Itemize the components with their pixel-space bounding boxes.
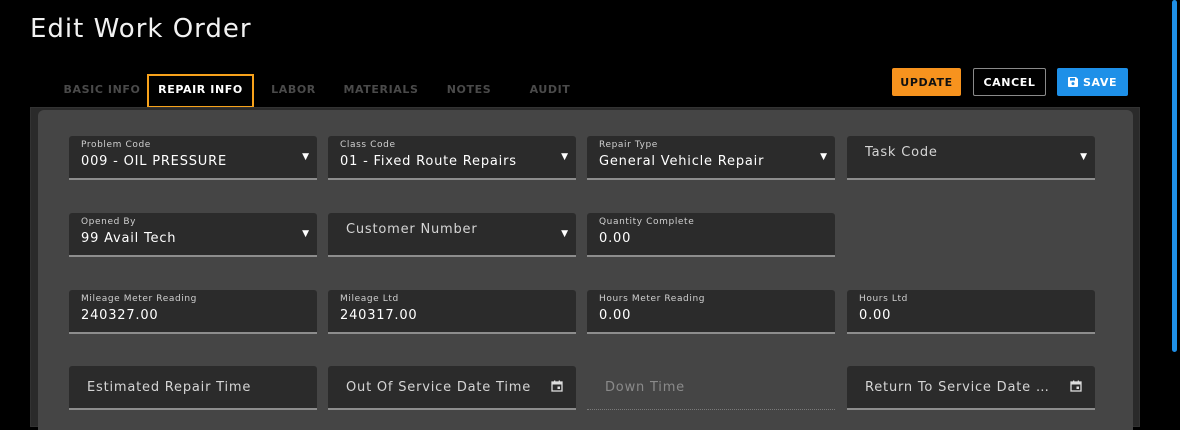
caret-down-icon: ▼ [1080, 152, 1087, 162]
save-button-label: SAVE [1082, 75, 1118, 89]
estimated-repair-time-placeholder: Estimated Repair Time [87, 380, 252, 395]
return-to-service-datetime-input[interactable]: Return To Service Date Ti... [847, 366, 1095, 410]
hours-meter-reading-label: Hours Meter Reading [599, 294, 706, 304]
update-button-label: UPDATE [900, 75, 953, 89]
cancel-button-label: CANCEL [983, 75, 1036, 89]
caret-down-icon: ▼ [302, 152, 309, 162]
mileage-ltd-label: Mileage Ltd [340, 294, 399, 304]
tab-materials[interactable]: MATERIALS [341, 74, 421, 108]
task-code-select[interactable]: Task Code ▼ [847, 136, 1095, 180]
class-code-value: 01 - Fixed Route Repairs [340, 154, 517, 169]
hours-ltd-input[interactable]: Hours Ltd 0.00 [847, 290, 1095, 334]
caret-down-icon: ▼ [820, 152, 827, 162]
mileage-meter-reading-value: 240327.00 [81, 308, 159, 323]
repair-type-select[interactable]: Repair Type General Vehicle Repair ▼ [587, 136, 835, 180]
page-title: Edit Work Order [30, 14, 252, 44]
mileage-ltd-value: 240317.00 [340, 308, 418, 323]
hours-meter-reading-value: 0.00 [599, 308, 632, 323]
caret-down-icon: ▼ [561, 152, 568, 162]
mileage-ltd-input[interactable]: Mileage Ltd 240317.00 [328, 290, 576, 334]
tab-notes[interactable]: NOTES [439, 74, 499, 108]
quantity-complete-value: 0.00 [599, 231, 632, 246]
opened-by-value: 99 Avail Tech [81, 231, 177, 246]
problem-code-label: Problem Code [81, 140, 151, 150]
tab-labor[interactable]: LABOR [266, 74, 321, 108]
floppy-disk-icon [1067, 77, 1078, 87]
calendar-icon[interactable] [1070, 380, 1082, 392]
caret-down-icon: ▼ [561, 229, 568, 239]
problem-code-select[interactable]: Problem Code 009 - OIL PRESSURE ▼ [69, 136, 317, 180]
quantity-complete-label: Quantity Complete [599, 217, 695, 227]
hours-meter-reading-input[interactable]: Hours Meter Reading 0.00 [587, 290, 835, 334]
repair-type-label: Repair Type [599, 140, 658, 150]
task-code-placeholder: Task Code [865, 145, 938, 160]
down-time-input: Down Time [587, 366, 835, 410]
vertical-scrollbar-thumb[interactable] [1172, 0, 1177, 352]
opened-by-label: Opened By [81, 217, 137, 227]
caret-down-icon: ▼ [302, 229, 309, 239]
hours-ltd-label: Hours Ltd [859, 294, 908, 304]
update-button[interactable]: UPDATE [892, 68, 961, 96]
repair-type-value: General Vehicle Repair [599, 154, 765, 169]
cancel-button[interactable]: CANCEL [973, 68, 1046, 96]
estimated-repair-time-input[interactable]: Estimated Repair Time [69, 366, 317, 410]
customer-number-select[interactable]: Customer Number ▼ [328, 213, 576, 257]
problem-code-value: 009 - OIL PRESSURE [81, 154, 227, 169]
save-button[interactable]: SAVE [1057, 68, 1128, 96]
mileage-meter-reading-label: Mileage Meter Reading [81, 294, 197, 304]
return-to-service-placeholder: Return To Service Date Ti... [865, 380, 1055, 395]
calendar-icon[interactable] [551, 380, 563, 392]
customer-number-placeholder: Customer Number [346, 222, 478, 237]
tab-repair-info[interactable]: REPAIR INFO [147, 74, 254, 108]
class-code-label: Class Code [340, 140, 396, 150]
tab-audit[interactable]: AUDIT [520, 74, 580, 108]
out-of-service-placeholder: Out Of Service Date Time [346, 380, 532, 395]
opened-by-select[interactable]: Opened By 99 Avail Tech ▼ [69, 213, 317, 257]
hours-ltd-value: 0.00 [859, 308, 892, 323]
mileage-meter-reading-input[interactable]: Mileage Meter Reading 240327.00 [69, 290, 317, 334]
quantity-complete-input[interactable]: Quantity Complete 0.00 [587, 213, 835, 257]
class-code-select[interactable]: Class Code 01 - Fixed Route Repairs ▼ [328, 136, 576, 180]
down-time-placeholder: Down Time [605, 380, 685, 395]
out-of-service-datetime-input[interactable]: Out Of Service Date Time [328, 366, 576, 410]
tab-basic-info[interactable]: BASIC INFO [56, 74, 148, 108]
